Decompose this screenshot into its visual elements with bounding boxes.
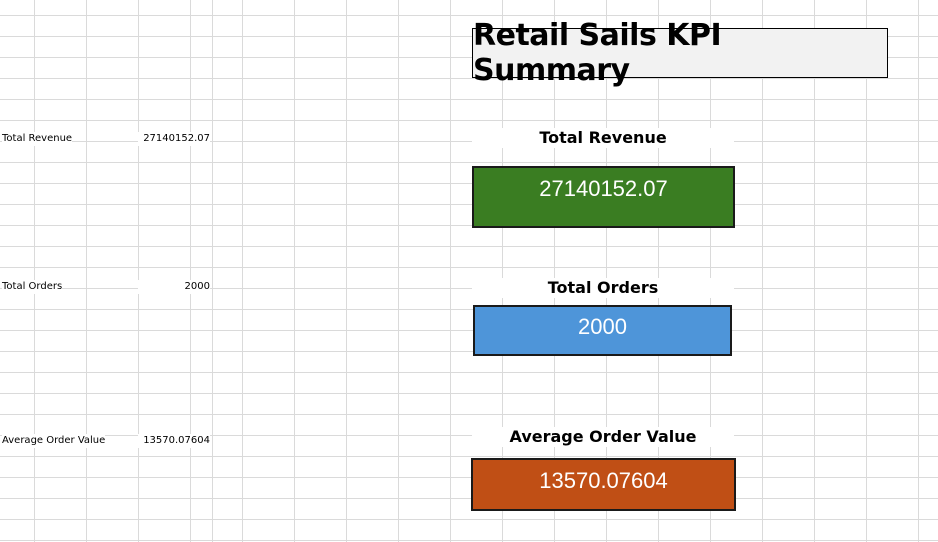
cell-value-average-order-value[interactable]: 13570.07604	[138, 434, 210, 448]
cell-label-total-orders[interactable]: Total Orders	[2, 280, 63, 294]
cell-label-average-order-value[interactable]: Average Order Value	[2, 434, 106, 448]
spreadsheet-grid[interactable]: Total Revenue 27140152.07 Total Orders 2…	[0, 0, 938, 542]
cell-label-total-revenue[interactable]: Total Revenue	[2, 132, 73, 146]
cell-value-total-revenue[interactable]: 27140152.07	[138, 132, 210, 146]
kpi-card-average-order-value[interactable]: 13570.07604	[471, 458, 736, 511]
column-divider	[212, 0, 213, 542]
column-divider	[138, 0, 139, 542]
kpi-heading-total-orders: Total Orders	[472, 278, 734, 298]
dashboard-title[interactable]: Retail Sails KPI Summary	[472, 18, 888, 88]
kpi-heading-total-revenue: Total Revenue	[472, 128, 734, 148]
cell-value-total-orders[interactable]: 2000	[138, 280, 210, 294]
kpi-card-total-revenue[interactable]: 27140152.07	[472, 166, 735, 228]
kpi-heading-average-order-value: Average Order Value	[472, 427, 734, 447]
kpi-card-total-orders[interactable]: 2000	[473, 305, 732, 356]
